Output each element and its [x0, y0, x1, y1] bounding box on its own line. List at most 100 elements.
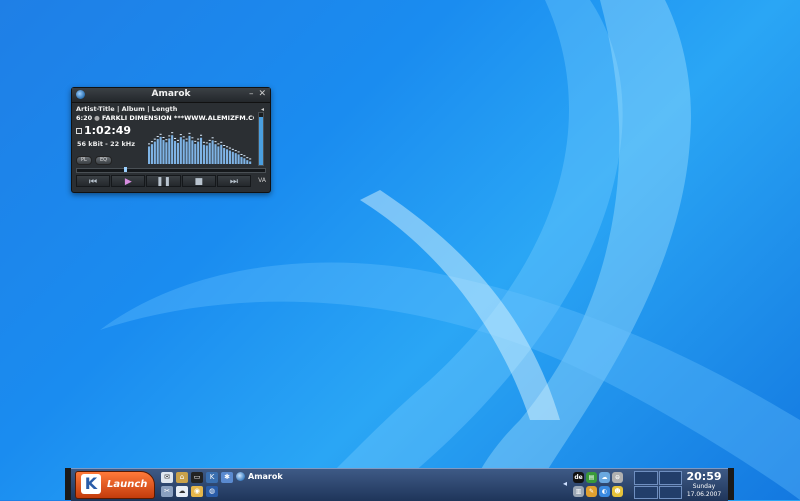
trash-icon[interactable]: ▥ — [573, 486, 584, 497]
pager-desktop-2[interactable] — [658, 471, 682, 485]
kde-logo-icon: K — [81, 474, 101, 494]
analyzer-peak — [246, 157, 249, 159]
analyzer-peak — [159, 133, 162, 135]
amarok-titlebar[interactable]: Amarok – ✕ — [72, 88, 270, 103]
clock-date: 17.06.2007 — [686, 491, 722, 498]
analyzer-peak — [234, 150, 237, 152]
settings-icon[interactable]: ✱ — [221, 472, 233, 483]
now-playing: 6:20 ● FARKLI DIMENSION ***WWW.ALEMIZFM.CC — [76, 114, 254, 122]
analyzer-bar — [208, 142, 211, 164]
analyzer-bar — [179, 137, 182, 164]
updater-icon[interactable]: ◐ — [599, 486, 610, 497]
analyzer-bar — [231, 151, 234, 164]
globe-icon[interactable]: ◍ — [206, 486, 218, 497]
analyzer-bar — [197, 141, 200, 164]
analyzer-bar — [191, 140, 194, 164]
launch-button[interactable]: K Launch — [75, 471, 155, 499]
analyzer-bar — [182, 139, 185, 164]
analyzer-bar — [205, 145, 208, 164]
analyzer-peak — [185, 138, 188, 140]
track-position: 6:20 — [76, 114, 93, 122]
playlist-button[interactable]: PL — [76, 156, 92, 165]
analyzer-peak — [237, 151, 240, 153]
previous-button[interactable]: ⏮ — [76, 175, 111, 187]
analyzer-bar — [246, 160, 249, 164]
analyzer-peak — [202, 141, 205, 143]
analyzer-peak — [200, 134, 203, 136]
equalizer-button[interactable]: EQ — [95, 156, 113, 165]
analyzer-peak — [205, 142, 208, 144]
weather-icon[interactable]: ☁ — [599, 472, 610, 483]
play-button[interactable]: ▶ — [111, 175, 146, 187]
analyzer-bar — [217, 146, 220, 164]
seek-knob[interactable] — [124, 167, 127, 172]
pager-desktop-4[interactable] — [658, 485, 682, 499]
time-display[interactable]: 1:02:49 — [76, 124, 131, 137]
tools-icon[interactable]: ✂ — [161, 486, 173, 497]
analyzer-bar — [243, 158, 246, 164]
analyzer-peak — [153, 138, 156, 140]
analyzer-peak — [231, 148, 234, 150]
analyzer-bar — [220, 144, 223, 164]
chat-icon[interactable]: ◉ — [191, 486, 203, 497]
analyzer-peak — [217, 143, 220, 145]
analyzer-peak — [223, 145, 226, 146]
desktop-pager — [634, 471, 682, 499]
power-icon[interactable]: ⊖ — [612, 472, 623, 483]
analyzer-bar — [153, 141, 156, 164]
cloud-icon[interactable]: ☁ — [176, 486, 188, 497]
klipper-icon[interactable]: ✎ — [586, 486, 597, 497]
analyzer-bar — [214, 144, 217, 164]
pause-button[interactable]: ❚❚ — [146, 175, 181, 187]
messenger-icon[interactable]: ☻ — [612, 486, 623, 497]
analyzer-peak — [182, 136, 185, 138]
minimize-icon[interactable]: – — [249, 89, 254, 99]
clock-time: 20:59 — [686, 470, 722, 483]
mail-icon[interactable]: ✉ — [161, 472, 173, 483]
konqueror-icon[interactable]: K — [206, 472, 218, 483]
analyzer-bar — [185, 141, 188, 164]
amarok-window[interactable]: Amarok – ✕ Artist-Title | Album | Length … — [71, 87, 271, 193]
terminal-icon[interactable]: ▭ — [191, 472, 203, 483]
analyzer-peak — [214, 141, 217, 143]
analyzer-peak — [208, 139, 211, 141]
stop-button[interactable]: ■ — [181, 175, 216, 187]
separator-icon: ● — [94, 114, 100, 122]
analyzer-bar — [156, 139, 159, 164]
taskbar-item-amarok[interactable]: Amarok — [236, 472, 283, 481]
analyzer-peak — [179, 134, 182, 136]
taskbar-item-label: Amarok — [248, 472, 283, 481]
spectrum-analyzer[interactable] — [148, 128, 252, 164]
amarok-icon — [236, 472, 245, 481]
next-button[interactable]: ⏭ — [216, 175, 252, 187]
tray-expand-icon[interactable]: ◂ — [563, 479, 567, 488]
bitrate-info: 56 kBit - 22 kHz — [77, 140, 135, 148]
window-title: Amarok — [151, 89, 191, 99]
volume-slider[interactable] — [258, 112, 264, 166]
analyzer-bar — [226, 149, 229, 164]
close-icon[interactable]: ✕ — [258, 89, 266, 99]
analyzer-peak — [191, 137, 194, 139]
analyzer-peak — [228, 147, 231, 149]
launch-label: Launch — [107, 479, 148, 490]
analyzer-peak — [188, 132, 191, 134]
analyzer-bar — [168, 138, 171, 164]
clock[interactable]: 20:59 Sunday 17.06.2007 — [683, 470, 725, 500]
wallpaper-swirl — [100, 0, 800, 500]
network-icon[interactable]: ▤ — [586, 472, 597, 483]
seek-slider[interactable] — [76, 167, 266, 173]
pager-desktop-3[interactable] — [634, 485, 658, 499]
home-folder-icon[interactable]: ⌂ — [176, 472, 188, 483]
va-toggle[interactable]: VA — [258, 177, 266, 184]
keyboard-layout-indicator[interactable]: de — [573, 472, 584, 483]
kde-panel: K Launch ✉ ⌂ ▭ K ✱ ✂ ☁ ◉ ◍ Amarok ◂ de ▤… — [71, 468, 728, 501]
analyzer-bar — [234, 153, 237, 164]
analyzer-bar — [171, 135, 174, 164]
analyzer-bar — [223, 148, 226, 164]
analyzer-bar — [165, 142, 168, 164]
pager-desktop-1[interactable] — [634, 471, 658, 485]
analyzer-bar — [211, 140, 214, 164]
time-mode-icon — [76, 128, 82, 134]
playlist-columns: Artist-Title | Album | Length — [76, 105, 178, 113]
clock-day: Sunday — [692, 483, 716, 490]
